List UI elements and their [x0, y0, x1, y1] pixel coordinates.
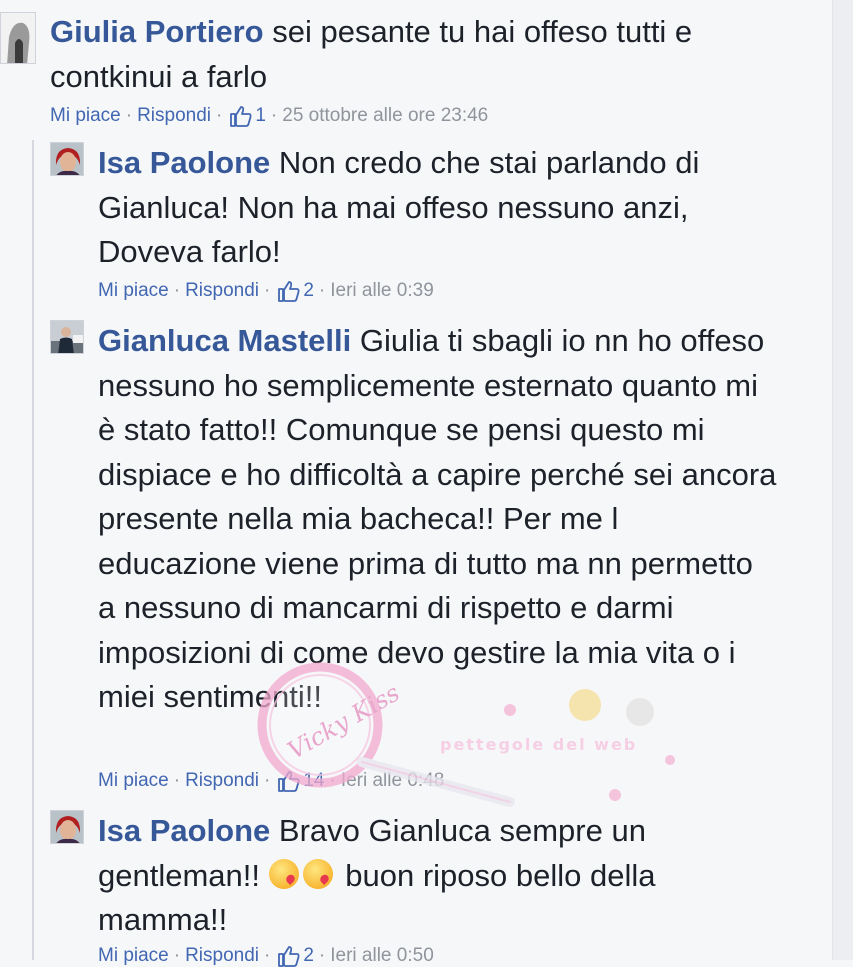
- comment-body: Isa Paolone Bravo Gianluca sempre un gen…: [98, 809, 778, 943]
- separator: ·: [125, 105, 133, 126]
- reply-thread-line: [32, 140, 34, 960]
- separator: ·: [264, 770, 271, 791]
- comment-meta: Mi piace · Rispondi · 2 · Ieri alle 0:50: [98, 945, 434, 967]
- like-count[interactable]: 2: [303, 280, 314, 302]
- comment-meta: Mi piace · Rispondi · 2 · Ieri alle 0:39: [98, 280, 434, 302]
- like-count[interactable]: 2: [303, 945, 314, 967]
- timestamp[interactable]: Ieri alle 0:48: [341, 770, 445, 792]
- avatar-image: [1, 13, 35, 63]
- comment-body: Isa Paolone Non credo che stai parlando …: [98, 141, 778, 275]
- separator: ·: [318, 945, 326, 966]
- kissing-heart-emoji-icon: [302, 858, 333, 889]
- thumbs-up-icon[interactable]: [229, 105, 253, 127]
- thumbs-up-icon[interactable]: [277, 770, 301, 792]
- reply-link[interactable]: Rispondi: [185, 280, 259, 302]
- timestamp[interactable]: 25 ottobre alle ore 23:46: [282, 105, 488, 127]
- comment-text: Giulia ti sbagli io nn ho offeso nessuno…: [98, 323, 777, 714]
- separator: ·: [270, 105, 278, 126]
- avatar-image: [51, 811, 83, 843]
- watermark-banner-text: pettegole del web: [440, 735, 637, 754]
- thumbs-up-icon[interactable]: [277, 280, 301, 302]
- kissing-heart-emoji-icon: [268, 858, 299, 889]
- separator: ·: [173, 280, 181, 301]
- like-link[interactable]: Mi piace: [50, 105, 121, 127]
- scrollbar-track[interactable]: [832, 0, 853, 960]
- avatar-image: [51, 143, 83, 175]
- separator: ·: [318, 280, 326, 301]
- comment-body: Giulia Portiero sei pesante tu hai offes…: [50, 10, 810, 99]
- reply-link[interactable]: Rispondi: [137, 105, 211, 127]
- avatar[interactable]: [50, 320, 84, 354]
- avatar-image: [51, 321, 83, 353]
- avatar[interactable]: [0, 12, 36, 64]
- separator: ·: [173, 945, 181, 966]
- like-count[interactable]: 14: [303, 770, 324, 792]
- separator: ·: [173, 770, 181, 791]
- timestamp[interactable]: Ieri alle 0:39: [330, 280, 434, 302]
- thumbs-up-icon[interactable]: [277, 945, 301, 967]
- separator: ·: [264, 280, 271, 301]
- comment-author[interactable]: Gianluca Mastelli: [98, 323, 351, 358]
- comment-author[interactable]: Isa Paolone: [98, 813, 270, 848]
- separator: ·: [264, 945, 271, 966]
- like-link[interactable]: Mi piace: [98, 770, 169, 792]
- reply-link[interactable]: Rispondi: [185, 945, 259, 967]
- like-count[interactable]: 1: [255, 105, 266, 127]
- avatar[interactable]: [50, 142, 84, 176]
- comment-body: Gianluca Mastelli Giulia ti sbagli io nn…: [98, 319, 778, 720]
- like-link[interactable]: Mi piace: [98, 280, 169, 302]
- comment-meta: Mi piace · Rispondi · 1 · 25 ottobre all…: [50, 105, 488, 127]
- separator: ·: [329, 770, 336, 791]
- avatar[interactable]: [50, 810, 84, 844]
- reply-link[interactable]: Rispondi: [185, 770, 259, 792]
- comment-author[interactable]: Giulia Portiero: [50, 14, 264, 49]
- separator: ·: [216, 105, 223, 126]
- like-link[interactable]: Mi piace: [98, 945, 169, 967]
- comment-author[interactable]: Isa Paolone: [98, 145, 270, 180]
- timestamp[interactable]: Ieri alle 0:50: [330, 945, 434, 967]
- comment-meta: Mi piace · Rispondi · 14 · Ieri alle 0:4…: [98, 770, 444, 792]
